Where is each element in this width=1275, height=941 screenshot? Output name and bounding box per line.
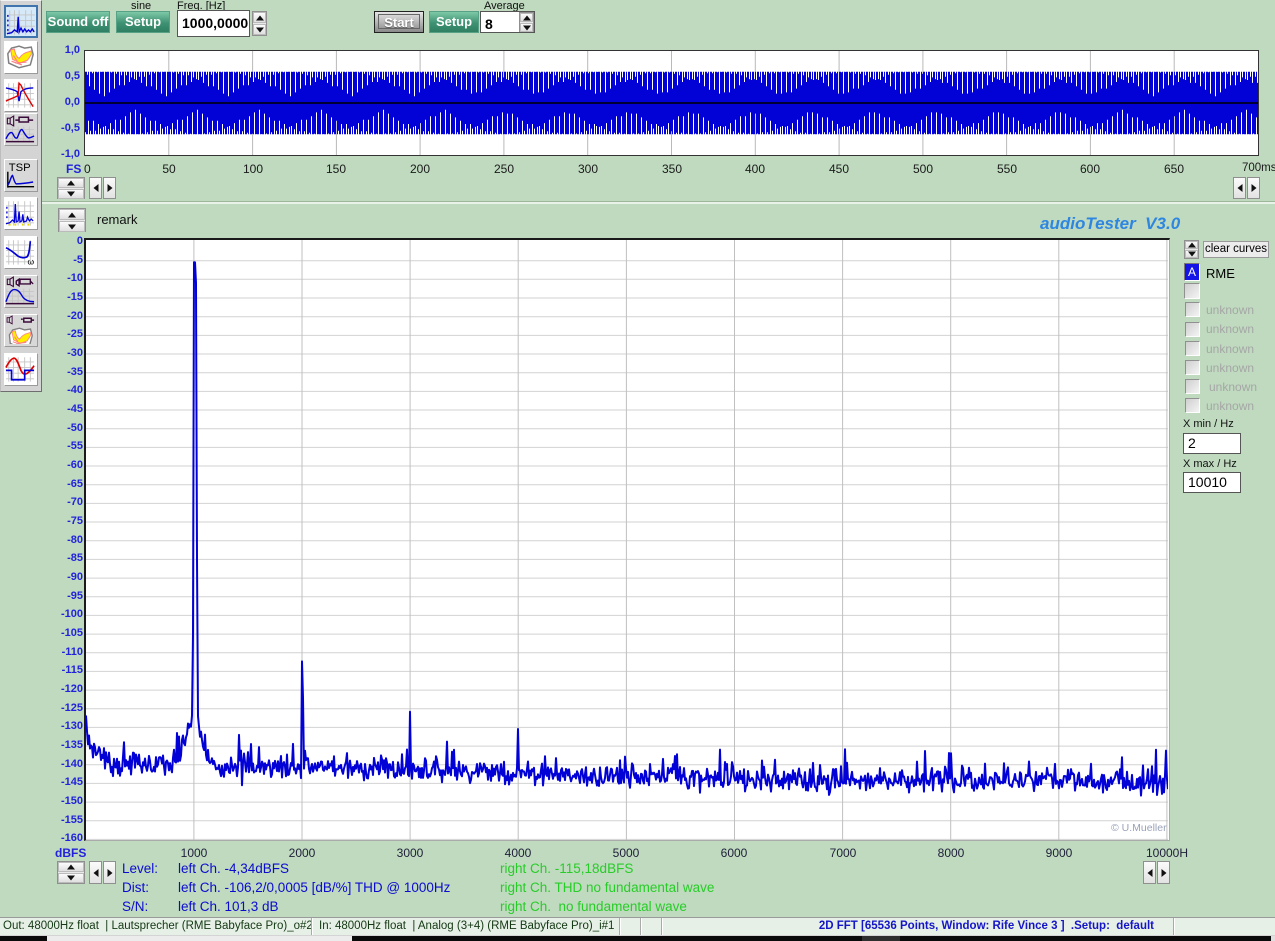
svg-text:ω: ω <box>28 257 35 266</box>
svg-text:TSP: TSP <box>9 162 31 174</box>
